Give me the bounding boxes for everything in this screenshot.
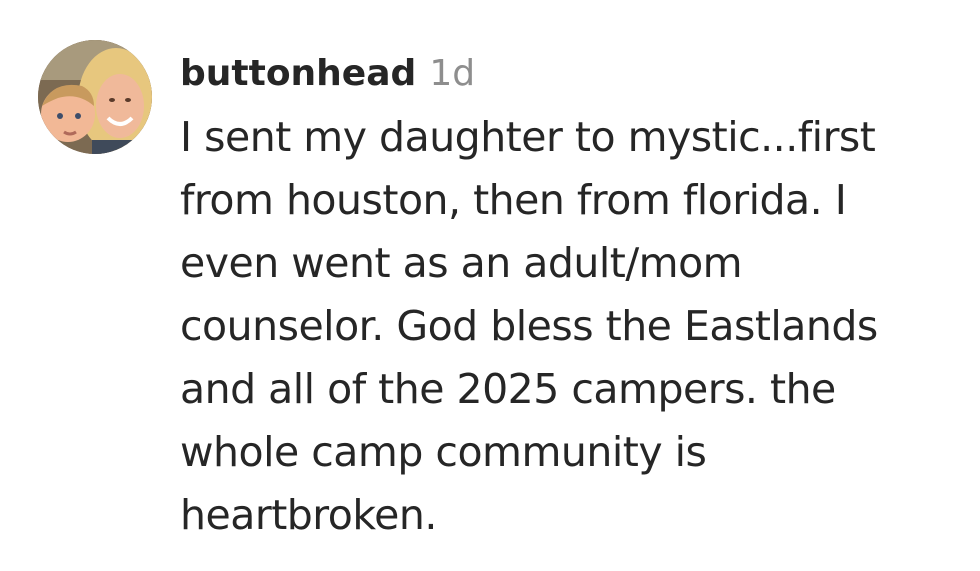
comment-text: I sent my daughter to mystic...first fro… bbox=[180, 113, 878, 539]
avatar[interactable] bbox=[38, 40, 152, 154]
comment-header: buttonhead 1d bbox=[180, 48, 970, 100]
username-link[interactable]: buttonhead bbox=[180, 53, 416, 94]
timestamp: 1d bbox=[429, 53, 476, 94]
comment: buttonhead 1d I sent my daughter to myst… bbox=[0, 0, 980, 571]
comment-body: buttonhead 1d I sent my daughter to myst… bbox=[180, 48, 970, 547]
profile-photo-icon bbox=[38, 40, 152, 154]
